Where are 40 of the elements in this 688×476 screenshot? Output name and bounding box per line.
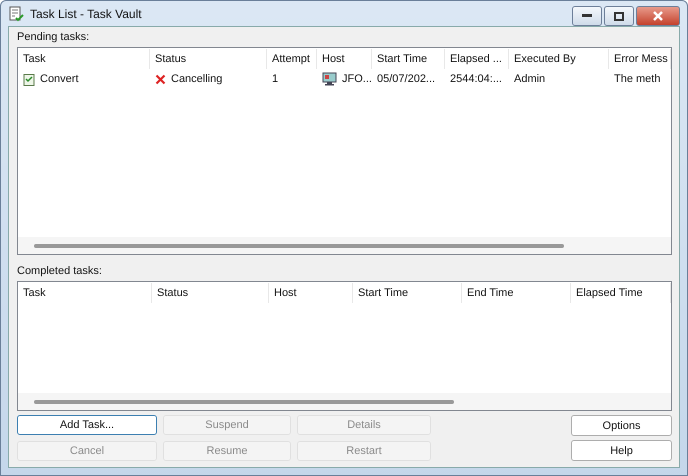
section-label: Completed tasks: (17, 265, 103, 277)
column-header[interactable]: End Time (462, 283, 571, 303)
column-header[interactable]: Elapsed Time (571, 283, 671, 303)
section-label: Pending tasks: (17, 31, 90, 43)
column-header[interactable]: Task (18, 49, 150, 69)
action-button[interactable]: Add Task... (17, 415, 157, 435)
column-header[interactable]: Task (18, 283, 152, 303)
close-button[interactable] (636, 6, 680, 26)
column-header[interactable]: Status (152, 283, 269, 303)
minimize-icon (582, 14, 592, 18)
column-header[interactable]: Host (269, 283, 353, 303)
table-cell: 05/07/202... (377, 73, 436, 85)
close-icon (652, 11, 664, 21)
column-header[interactable]: Start Time (353, 283, 462, 303)
maximize-button[interactable] (604, 6, 634, 26)
column-header[interactable]: Host (317, 49, 372, 69)
table-cell: 1 (272, 73, 278, 85)
action-button[interactable]: Help (571, 440, 672, 461)
column-header[interactable]: Start Time (372, 49, 445, 69)
column-header[interactable]: Error Mess (609, 49, 671, 69)
column-header[interactable]: Attempt (267, 49, 317, 69)
table-cell: JFO... (342, 73, 372, 85)
table-cell: Cancelling (171, 73, 222, 85)
window-title: Task List - Task Vault (30, 6, 142, 20)
document-check-icon (8, 6, 24, 22)
computer-icon (322, 72, 337, 86)
column-header[interactable]: Status (150, 49, 267, 69)
clipboard-check-icon (23, 72, 35, 86)
column-header[interactable]: Elapsed ... (445, 49, 509, 69)
table-cell: Admin (514, 73, 546, 85)
table-cell: The meth (614, 73, 660, 85)
action-button[interactable]: Options (571, 415, 672, 436)
horizontal-scrollbar[interactable] (18, 237, 671, 254)
cross-icon (155, 74, 166, 84)
table-cell: Convert (40, 73, 79, 85)
table-cell: 2544:04:... (450, 73, 502, 85)
maximize-icon (614, 12, 624, 20)
minimize-button[interactable] (572, 6, 602, 26)
horizontal-scrollbar[interactable] (18, 393, 671, 410)
column-header[interactable]: Executed By (509, 49, 609, 69)
